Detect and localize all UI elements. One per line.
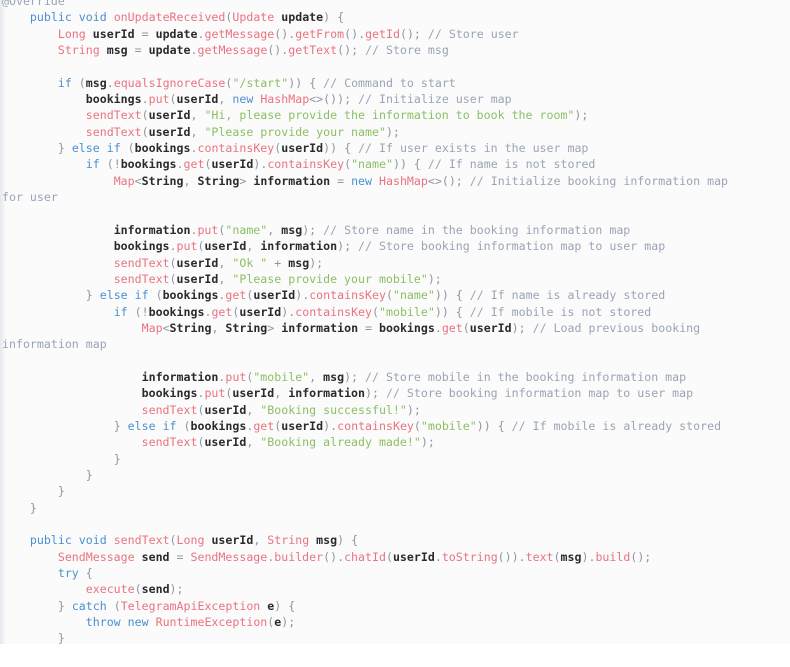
code-line-wrapped: information map — [2, 337, 107, 352]
code-line: SendMessage send = SendMessage.builder()… — [57, 549, 652, 564]
code-line: if (msg.equalsIgnoreCase("/start")) { //… — [57, 75, 456, 90]
code-line: try { — [57, 566, 93, 581]
code-line: } else if (bookings.get(userId).contains… — [85, 288, 666, 303]
code-line: information.put("mobile", msg); // Store… — [141, 369, 687, 384]
code-line: if (!bookings.get(userId).containsKey("m… — [113, 304, 652, 319]
code-line: } else if (bookings.get(userId).contains… — [113, 418, 722, 433]
code-line: } — [29, 500, 37, 515]
code-line: public void onUpdateReceived(Update upda… — [29, 10, 345, 25]
code-line: String msg = update.getMessage().getText… — [57, 43, 449, 58]
code-line: bookings.put(userId, information); // St… — [113, 239, 666, 254]
code-line: } else if (bookings.containsKey(userId))… — [57, 141, 589, 156]
annotation-override: @Override — [2, 0, 65, 8]
code-line: } — [57, 631, 65, 644]
code-line: public void sendText(Long userId, String… — [29, 533, 359, 548]
code-block: @Override public void onUpdateReceived(U… — [0, 0, 790, 644]
code-line: sendText(userId, "Hi, please provide the… — [85, 108, 589, 123]
code-line: sendText(userId, "Ok " + msg); — [113, 255, 324, 270]
code-line-wrapped: for user — [2, 190, 58, 205]
code-line: sendText(userId, "Booking already made!"… — [141, 435, 435, 450]
code-line: Map<String, String> information = new Ha… — [113, 173, 729, 188]
code-line: Long userId = update.getMessage().getFro… — [57, 26, 519, 41]
code-line: bookings.put(userId, new HashMap<>()); /… — [85, 92, 512, 107]
code-line: sendText(userId, "Please provide your mo… — [113, 271, 442, 286]
code-line: if (!bookings.get(userId).containsKey("n… — [85, 157, 596, 172]
source-code[interactable]: @Override public void onUpdateReceived(U… — [2, 0, 732, 644]
code-line: information.put("name", msg); // Store n… — [113, 222, 631, 237]
code-line: sendText(userId, "Please provide your na… — [85, 124, 400, 139]
code-line: execute(send); — [85, 582, 184, 597]
code-line: } — [57, 484, 65, 499]
code-block-bottom-margin — [0, 644, 790, 667]
code-line: @Override — [2, 0, 728, 9]
code-line: bookings.put(userId, information); // St… — [141, 386, 694, 401]
code-line: } — [85, 467, 93, 482]
code-line: } catch (TelegramApiException e) { — [57, 598, 296, 613]
code-line: throw new RuntimeException(e); — [85, 615, 296, 630]
code-line: sendText(userId, "Booking successful!"); — [141, 402, 421, 417]
code-line: Map<String, String> information = bookin… — [141, 320, 701, 335]
code-line: } — [113, 451, 121, 466]
